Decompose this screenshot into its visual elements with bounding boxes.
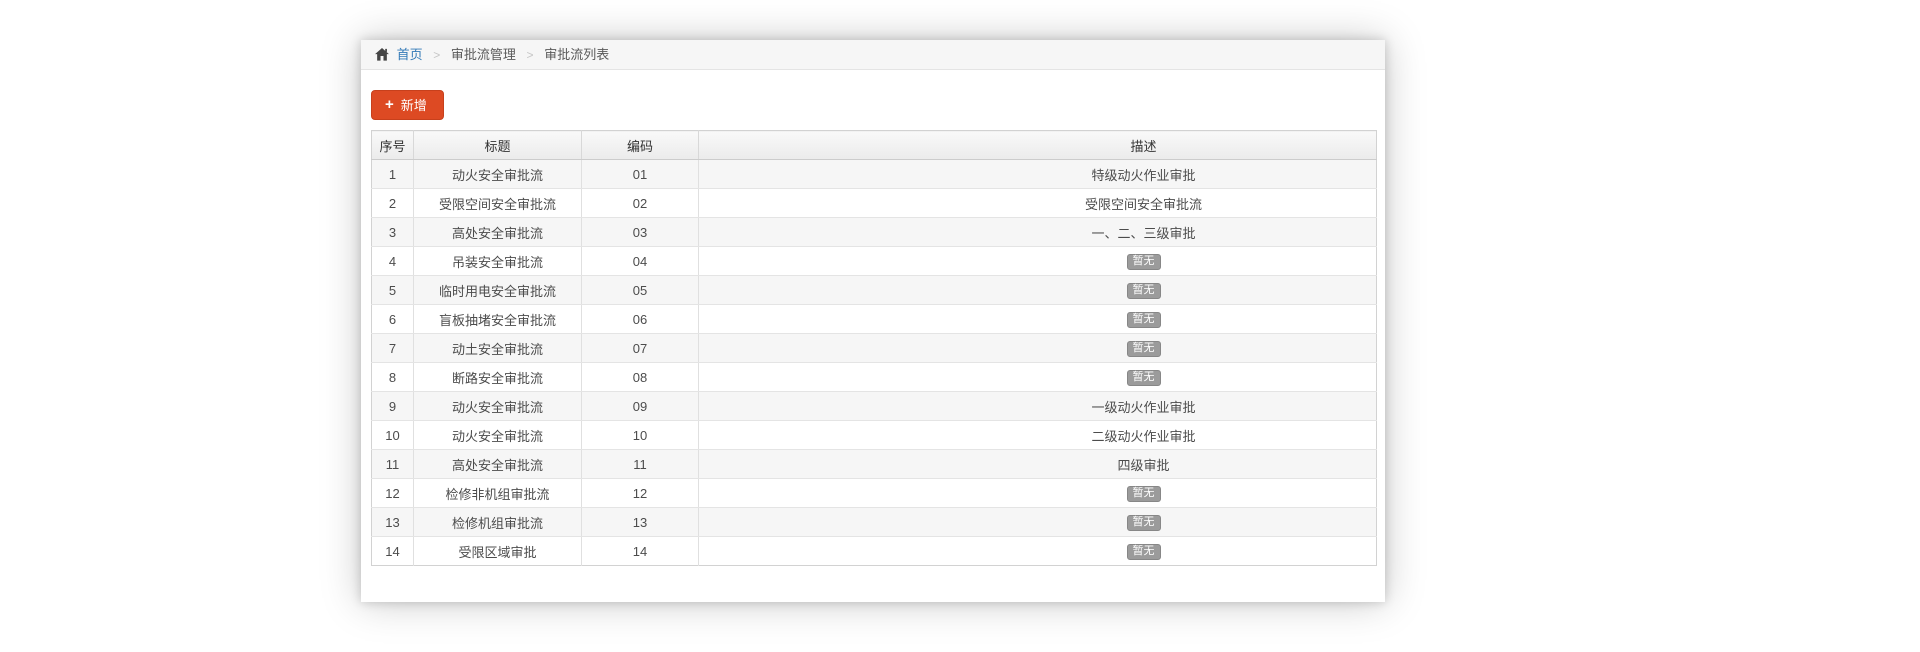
- empty-description-badge: 暂无: [1127, 544, 1161, 560]
- table-row: 1动火安全审批流01特级动火作业审批: [372, 160, 1377, 189]
- code-cell: 13: [582, 508, 699, 537]
- table-body: 1动火安全审批流01特级动火作业审批2受限空间安全审批流02受限空间安全审批流3…: [372, 160, 1377, 566]
- index-cell: 14: [372, 537, 414, 566]
- description-cell: 暂无: [699, 537, 1377, 566]
- code-cell: 06: [582, 305, 699, 334]
- index-cell: 8: [372, 363, 414, 392]
- code-cell: 04: [582, 247, 699, 276]
- breadcrumb: 首页 > 审批流管理 > 审批流列表: [361, 40, 1385, 70]
- column-header-title: 标题: [414, 131, 582, 160]
- code-cell: 01: [582, 160, 699, 189]
- breadcrumb-item-home[interactable]: 首页: [397, 47, 423, 62]
- code-cell: 09: [582, 392, 699, 421]
- description-cell: 一、二、三级审批: [699, 218, 1377, 247]
- code-cell: 12: [582, 479, 699, 508]
- table-header-row: 序号 标题 编码 描述: [372, 131, 1377, 160]
- code-cell: 05: [582, 276, 699, 305]
- empty-description-badge: 暂无: [1127, 312, 1161, 328]
- title-cell: 动火安全审批流: [414, 160, 582, 189]
- title-cell: 受限区域审批: [414, 537, 582, 566]
- description-cell: 一级动火作业审批: [699, 392, 1377, 421]
- description-cell: 四级审批: [699, 450, 1377, 479]
- table-row: 13检修机组审批流13 暂无: [372, 508, 1377, 537]
- code-cell: 08: [582, 363, 699, 392]
- title-cell: 受限空间安全审批流: [414, 189, 582, 218]
- title-cell: 动火安全审批流: [414, 421, 582, 450]
- empty-description-badge: 暂无: [1127, 370, 1161, 386]
- add-button[interactable]: + 新增: [371, 90, 444, 120]
- description-cell: 暂无: [699, 276, 1377, 305]
- page-background: 首页 > 审批流管理 > 审批流列表 + 新增 序号 标题 编码: [0, 0, 1920, 652]
- description-cell: 暂无: [699, 334, 1377, 363]
- table-row: 14受限区域审批14 暂无: [372, 537, 1377, 566]
- title-cell: 高处安全审批流: [414, 450, 582, 479]
- index-cell: 11: [372, 450, 414, 479]
- breadcrumb-separator-icon: >: [433, 48, 440, 62]
- empty-description-badge: 暂无: [1127, 486, 1161, 502]
- code-cell: 11: [582, 450, 699, 479]
- title-cell: 临时用电安全审批流: [414, 276, 582, 305]
- code-cell: 10: [582, 421, 699, 450]
- index-cell: 9: [372, 392, 414, 421]
- approval-flow-table: 序号 标题 编码 描述 1动火安全审批流01特级动火作业审批2受限空间安全审批流…: [371, 130, 1377, 566]
- add-button-label: 新增: [401, 95, 427, 114]
- empty-description-badge: 暂无: [1127, 254, 1161, 270]
- table-row: 12检修非机组审批流12 暂无: [372, 479, 1377, 508]
- index-cell: 2: [372, 189, 414, 218]
- home-icon: [375, 42, 389, 71]
- title-cell: 吊装安全审批流: [414, 247, 582, 276]
- table-row: 4吊装安全审批流04 暂无: [372, 247, 1377, 276]
- index-cell: 6: [372, 305, 414, 334]
- index-cell: 1: [372, 160, 414, 189]
- table-row: 7动土安全审批流07 暂无: [372, 334, 1377, 363]
- table-row: 2受限空间安全审批流02受限空间安全审批流: [372, 189, 1377, 218]
- table-row: 6盲板抽堵安全审批流06 暂无: [372, 305, 1377, 334]
- title-cell: 断路安全审批流: [414, 363, 582, 392]
- table-row: 11高处安全审批流11四级审批: [372, 450, 1377, 479]
- description-cell: 暂无: [699, 363, 1377, 392]
- title-cell: 检修机组审批流: [414, 508, 582, 537]
- index-cell: 10: [372, 421, 414, 450]
- code-cell: 14: [582, 537, 699, 566]
- column-header-code: 编码: [582, 131, 699, 160]
- title-cell: 盲板抽堵安全审批流: [414, 305, 582, 334]
- breadcrumb-separator-icon: >: [527, 48, 534, 62]
- table-row: 3高处安全审批流03一、二、三级审批: [372, 218, 1377, 247]
- title-cell: 高处安全审批流: [414, 218, 582, 247]
- title-cell: 动土安全审批流: [414, 334, 582, 363]
- index-cell: 7: [372, 334, 414, 363]
- column-header-index: 序号: [372, 131, 414, 160]
- index-cell: 3: [372, 218, 414, 247]
- description-cell: 暂无: [699, 508, 1377, 537]
- empty-description-badge: 暂无: [1127, 515, 1161, 531]
- breadcrumb-item-approval-list: 审批流列表: [544, 47, 609, 62]
- empty-description-badge: 暂无: [1127, 283, 1161, 299]
- description-cell: 暂无: [699, 479, 1377, 508]
- plus-icon: +: [385, 98, 394, 112]
- description-cell: 二级动火作业审批: [699, 421, 1377, 450]
- title-cell: 动火安全审批流: [414, 392, 582, 421]
- content-card: 首页 > 审批流管理 > 审批流列表 + 新增 序号 标题 编码: [361, 40, 1385, 602]
- table-row: 9动火安全审批流09一级动火作业审批: [372, 392, 1377, 421]
- table-row: 10动火安全审批流10二级动火作业审批: [372, 421, 1377, 450]
- code-cell: 02: [582, 189, 699, 218]
- breadcrumb-item-approval-management[interactable]: 审批流管理: [451, 47, 516, 62]
- index-cell: 5: [372, 276, 414, 305]
- table-row: 5临时用电安全审批流05 暂无: [372, 276, 1377, 305]
- code-cell: 03: [582, 218, 699, 247]
- table-row: 8断路安全审批流08 暂无: [372, 363, 1377, 392]
- index-cell: 4: [372, 247, 414, 276]
- title-cell: 检修非机组审批流: [414, 479, 582, 508]
- index-cell: 12: [372, 479, 414, 508]
- empty-description-badge: 暂无: [1127, 341, 1161, 357]
- index-cell: 13: [372, 508, 414, 537]
- description-cell: 受限空间安全审批流: [699, 189, 1377, 218]
- description-cell: 特级动火作业审批: [699, 160, 1377, 189]
- description-cell: 暂无: [699, 305, 1377, 334]
- description-cell: 暂无: [699, 247, 1377, 276]
- code-cell: 07: [582, 334, 699, 363]
- card-content: + 新增 序号 标题 编码 描述 1动火安全审批流01特级动火作业审批2受限空间…: [361, 70, 1385, 566]
- column-header-description: 描述: [699, 131, 1377, 160]
